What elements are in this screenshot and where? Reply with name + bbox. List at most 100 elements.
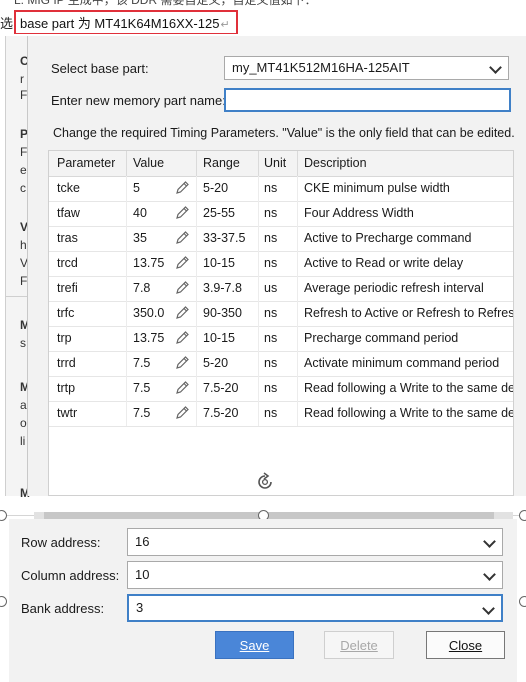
cell-value[interactable]: 7.8 <box>133 281 150 295</box>
rotate-handle-icon[interactable] <box>255 472 275 492</box>
bank-address-label: Bank address: <box>21 601 105 616</box>
row-address-select[interactable]: 16 <box>127 528 503 556</box>
pencil-icon[interactable] <box>174 355 190 371</box>
resize-handle[interactable] <box>519 596 526 607</box>
cell-divider <box>196 376 197 401</box>
close-button[interactable]: Close <box>426 631 505 659</box>
doc-fragment: h <box>20 238 27 252</box>
cell-divider <box>258 301 259 326</box>
cell-unit: ns <box>264 356 278 370</box>
cell-description: Precharge command period <box>304 331 459 345</box>
column-address-select[interactable]: 10 <box>127 561 503 589</box>
cell-range: 3.9-7.8 <box>203 281 242 295</box>
column-divider <box>126 151 127 176</box>
cell-divider <box>258 326 259 351</box>
cell-value[interactable]: 7.5 <box>133 406 150 420</box>
doc-divider <box>6 296 28 297</box>
cell-unit: ns <box>264 306 278 320</box>
cell-divider <box>126 401 127 426</box>
cell-range: 90-350 <box>203 306 242 320</box>
cell-value[interactable]: 5 <box>133 181 140 195</box>
pencil-icon[interactable] <box>174 180 190 196</box>
cell-range: 5-20 <box>203 356 229 370</box>
cell-divider <box>126 351 127 376</box>
column-header-range: Range <box>203 156 240 170</box>
pencil-icon[interactable] <box>174 255 190 271</box>
scrollbar-thumb[interactable] <box>44 512 494 519</box>
cell-value[interactable]: 13.75 <box>133 256 164 270</box>
cell-value[interactable]: 7.5 <box>133 381 150 395</box>
cell-description: Active to Read or write delay <box>304 256 464 270</box>
pencil-icon[interactable] <box>174 305 190 321</box>
new-part-name-label: Enter new memory part name: <box>51 93 226 108</box>
cell-divider <box>297 326 298 351</box>
doc-fragment: li <box>20 434 26 448</box>
cell-divider <box>297 251 298 276</box>
cell-parameter: trefi <box>57 281 78 295</box>
cell-description: Average periodic refresh interval <box>304 281 484 295</box>
table-row: trrd 7.5 5-20 ns Activate minimum command pe… <box>49 351 513 377</box>
cell-description: Active to Precharge command <box>304 231 472 245</box>
cell-divider <box>126 376 127 401</box>
cell-description: Refresh to Active or Refresh to Refresh <box>304 306 514 320</box>
row-address-label: Row address: <box>21 535 101 550</box>
resize-handle[interactable] <box>0 596 7 607</box>
cell-divider <box>196 351 197 376</box>
cell-divider <box>196 251 197 276</box>
address-settings-panel: Row address: 16 Column address: 10 Bank … <box>9 519 517 682</box>
resize-handle[interactable] <box>519 510 526 521</box>
resize-handle[interactable] <box>0 510 7 521</box>
cell-divider <box>126 276 127 301</box>
base-part-select[interactable]: my_MT41K512M16HA-125AIT <box>224 56 509 80</box>
pencil-icon[interactable] <box>174 330 190 346</box>
cell-divider <box>297 201 298 226</box>
cell-range: 7.5-20 <box>203 381 239 395</box>
memory-part-dialog: Select base part: my_MT41K512M16HA-125AI… <box>27 36 526 496</box>
save-button-label: Save <box>239 638 270 653</box>
cell-divider <box>258 176 259 201</box>
column-address-label: Column address: <box>21 568 120 583</box>
cell-unit: ns <box>264 381 278 395</box>
cell-divider <box>258 376 259 401</box>
cell-range: 10-15 <box>203 331 235 345</box>
delete-button[interactable]: Delete <box>324 631 394 659</box>
cell-unit: ns <box>264 256 278 270</box>
cell-parameter: twtr <box>57 406 78 420</box>
save-button[interactable]: Save <box>215 631 294 659</box>
cell-parameter: trfc <box>57 306 75 320</box>
cell-divider <box>297 351 298 376</box>
column-divider <box>196 151 197 176</box>
pencil-icon[interactable] <box>174 405 190 421</box>
cell-unit: us <box>264 281 278 295</box>
cell-range: 5-20 <box>203 181 229 195</box>
pencil-icon[interactable] <box>174 205 190 221</box>
cell-divider <box>196 176 197 201</box>
table-row: tras 35 33-37.5 ns Active to Precharge comma… <box>49 226 513 252</box>
cell-description: Read following a Write to the same dev <box>304 406 514 420</box>
highlighted-base-part: base part 为 MT41K64M16XX-125↵ <box>14 10 238 34</box>
doc-fragment: o <box>20 416 27 430</box>
cell-range: 10-15 <box>203 256 235 270</box>
table-row: tfaw 40 25-55 ns Four Address Width <box>49 201 513 227</box>
cell-unit: ns <box>264 231 278 245</box>
new-part-name-input[interactable] <box>224 88 511 112</box>
table-row: twtr 7.5 7.5-20 ns Read following a Write to… <box>49 401 514 427</box>
table-header: Parameter Value Range Unit Description <box>49 151 513 177</box>
cell-value[interactable]: 40 <box>133 206 147 220</box>
cell-value[interactable]: 13.75 <box>133 331 164 345</box>
pencil-icon[interactable] <box>174 230 190 246</box>
table-row: trefi 7.8 3.9-7.8 us Average periodic refres… <box>49 276 513 302</box>
cell-value[interactable]: 35 <box>133 231 147 245</box>
horizontal-scrollbar[interactable] <box>34 512 513 519</box>
cell-unit: ns <box>264 331 278 345</box>
cell-value[interactable]: 7.5 <box>133 356 150 370</box>
pencil-icon[interactable] <box>174 280 190 296</box>
cell-parameter: tcke <box>57 181 80 195</box>
row-address-value: 16 <box>135 534 150 549</box>
pencil-icon[interactable] <box>174 380 190 396</box>
column-divider <box>297 151 298 176</box>
delete-button-label: Delete <box>340 638 378 653</box>
cell-divider <box>196 276 197 301</box>
cell-value[interactable]: 350.0 <box>133 306 164 320</box>
bank-address-select[interactable]: 3 <box>127 594 503 622</box>
